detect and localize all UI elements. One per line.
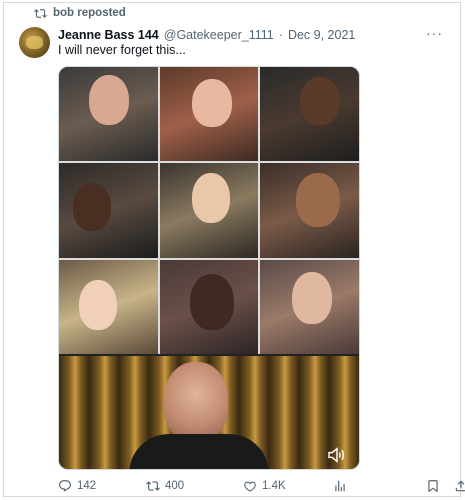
separator-dot: · (278, 27, 283, 42)
heart-icon (244, 481, 256, 492)
speaker-icon[interactable] (327, 447, 347, 463)
like-button[interactable]: 1.4K (243, 479, 286, 493)
speaker-face (164, 362, 228, 442)
collage-cell (59, 67, 158, 162)
collage-cell (260, 259, 359, 354)
collage-cell (260, 67, 359, 162)
avatar-image (26, 36, 43, 49)
avatar[interactable] (19, 27, 50, 58)
tweet-text: I will never forget this... (58, 43, 186, 57)
repost-icon (34, 8, 47, 18)
tweet-date[interactable]: Dec 9, 2021 (288, 28, 355, 42)
reply-icon (59, 480, 71, 492)
bookmark-button[interactable] (426, 479, 440, 493)
repost-text[interactable]: bob reposted (53, 7, 126, 19)
collage-cell (59, 163, 158, 258)
speaker-image (59, 356, 359, 469)
repost-button[interactable]: 400 (146, 479, 184, 493)
more-options-button[interactable]: ··· (426, 25, 443, 41)
reaction-collage (59, 67, 359, 354)
reply-count: 142 (77, 480, 97, 492)
tweet-header: Jeanne Bass 144 @Gatekeeper_1111 · Dec 9… (58, 27, 445, 42)
repost-count: 400 (165, 480, 185, 492)
collage-cell (59, 259, 158, 354)
share-icon (455, 480, 465, 492)
collage-cell (159, 163, 259, 258)
collage-cell (260, 163, 359, 258)
tweet-actions: 142 400 1.4K (58, 478, 465, 494)
analytics-icon (335, 480, 345, 492)
repost-icon (146, 481, 160, 491)
collage-cell (159, 67, 259, 162)
speaker-body (129, 434, 269, 469)
like-count: 1.4K (262, 480, 286, 492)
repost-indicator: bob reposted (34, 6, 126, 20)
tweet-media[interactable] (58, 66, 360, 470)
author-name[interactable]: Jeanne Bass 144 (58, 28, 159, 42)
collage-cell (159, 259, 259, 354)
share-button[interactable] (454, 479, 465, 493)
views-button[interactable] (333, 479, 347, 493)
author-handle[interactable]: @Gatekeeper_1111 (164, 28, 274, 42)
reply-button[interactable]: 142 (58, 479, 96, 493)
bookmark-icon (428, 480, 438, 493)
